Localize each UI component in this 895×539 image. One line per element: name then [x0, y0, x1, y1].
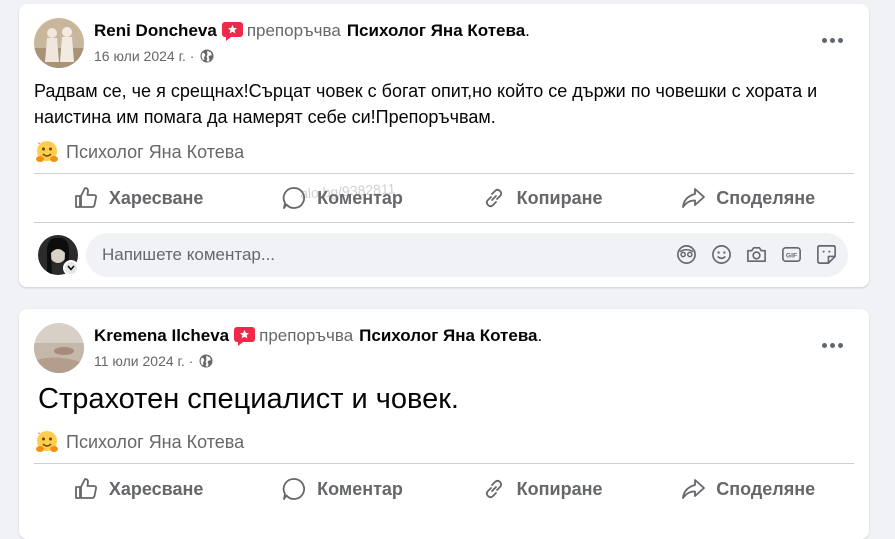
author-avatar[interactable] — [34, 18, 84, 68]
hugging-face-icon — [35, 140, 59, 164]
recommend-badge-icon — [234, 326, 256, 346]
more-options-button[interactable] — [817, 335, 847, 355]
comment-field[interactable]: GIF — [86, 233, 848, 277]
svg-text:GIF: GIF — [786, 252, 797, 259]
post-body: Страхотен специалист и човек. — [38, 383, 459, 415]
comment-icon — [282, 478, 306, 500]
post-header: Reni Doncheva препоръчва Психолог Яна Ко… — [94, 21, 530, 41]
more-icon-dot — [837, 37, 843, 43]
post-date[interactable]: 16 юли 2024 г. · — [94, 48, 194, 64]
post-header: Kremena Ilcheva препоръчва Психолог Яна … — [94, 326, 542, 346]
share-label: Споделяне — [716, 478, 816, 499]
camera-icon[interactable] — [745, 243, 768, 266]
more-icon — [821, 37, 827, 43]
more-icon-dot — [829, 37, 835, 43]
avatar-sticker-icon[interactable] — [63, 260, 79, 276]
comment-tools: GIF — [675, 243, 838, 266]
share-button[interactable]: Споделяне — [680, 476, 815, 502]
recommends-text: препоръчва — [259, 326, 354, 345]
comment-button[interactable]: Коментар — [281, 476, 403, 502]
share-label: Споделяне — [716, 187, 816, 208]
post-date[interactable]: 11 юли 2024 г. · — [94, 353, 193, 369]
like-icon — [74, 478, 97, 499]
link-icon — [485, 188, 502, 208]
more-icon-dot — [829, 342, 835, 348]
author-name[interactable]: Kremena Ilcheva — [94, 326, 229, 346]
like-button[interactable]: Харесване — [73, 476, 204, 502]
page-tag-label: Психолог Яна Котева — [66, 141, 245, 162]
comment-input[interactable] — [100, 244, 644, 266]
like-label: Харесване — [108, 187, 204, 208]
hugging-face-icon — [35, 430, 59, 454]
copy-label: Копиране — [516, 187, 603, 208]
post-meta: 16 юли 2024 г. · — [94, 48, 214, 64]
avatar-sticker-tool-icon[interactable] — [675, 243, 698, 266]
action-bar: Харесване Коментар Копиране Споделяне — [34, 175, 854, 221]
copy-button[interactable]: Копиране — [481, 476, 603, 502]
copy-label: Копиране — [516, 478, 603, 499]
page-name[interactable]: Психолог Яна Котева — [347, 21, 525, 41]
share-icon — [682, 188, 706, 208]
page-tag[interactable]: Психолог Яна Котева — [35, 430, 244, 454]
author-name[interactable]: Reni Doncheva — [94, 21, 217, 41]
author-avatar[interactable] — [34, 323, 84, 373]
trailing-dot: . — [525, 21, 530, 40]
post-card: Reni Doncheva препоръчва Психолог Яна Ко… — [19, 4, 869, 287]
globe-icon — [200, 49, 214, 63]
globe-icon — [199, 354, 213, 368]
page-tag[interactable]: Психолог Яна Котева — [35, 140, 244, 164]
like-button[interactable]: Харесване — [73, 185, 204, 211]
post-card: Kremena Ilcheva препоръчва Психолог Яна … — [19, 309, 869, 539]
trailing-dot: . — [537, 326, 543, 345]
divider — [34, 222, 854, 223]
more-options-button[interactable] — [817, 30, 847, 50]
comment-label: Коментар — [317, 478, 403, 499]
like-label: Харесване — [108, 478, 204, 499]
recommend-badge-icon — [221, 21, 243, 41]
page-name[interactable]: Психолог Яна Котева — [359, 326, 537, 346]
recommends-text: препоръчва — [246, 21, 341, 40]
link-icon — [485, 479, 502, 499]
post-meta: 11 юли 2024 г. · — [94, 353, 213, 369]
action-bar: Харесване Коментар Копиране Споделяне — [34, 466, 854, 512]
sticker-icon[interactable] — [815, 243, 838, 266]
post-body: Радвам се, че я срещнах!Сърцат човек с б… — [34, 81, 818, 127]
more-icon-dot — [837, 342, 843, 348]
page-tag-label: Психолог Яна Котева — [66, 431, 245, 452]
comment-composer: GIF — [38, 233, 850, 277]
emoji-icon[interactable] — [710, 243, 733, 266]
gif-icon[interactable]: GIF — [780, 243, 803, 266]
share-icon — [682, 479, 706, 499]
more-icon — [821, 342, 827, 348]
copy-button[interactable]: Копиране — [481, 185, 603, 211]
like-icon — [74, 187, 97, 208]
share-button[interactable]: Споделяне — [680, 185, 815, 211]
divider — [34, 173, 854, 174]
divider — [34, 463, 854, 464]
